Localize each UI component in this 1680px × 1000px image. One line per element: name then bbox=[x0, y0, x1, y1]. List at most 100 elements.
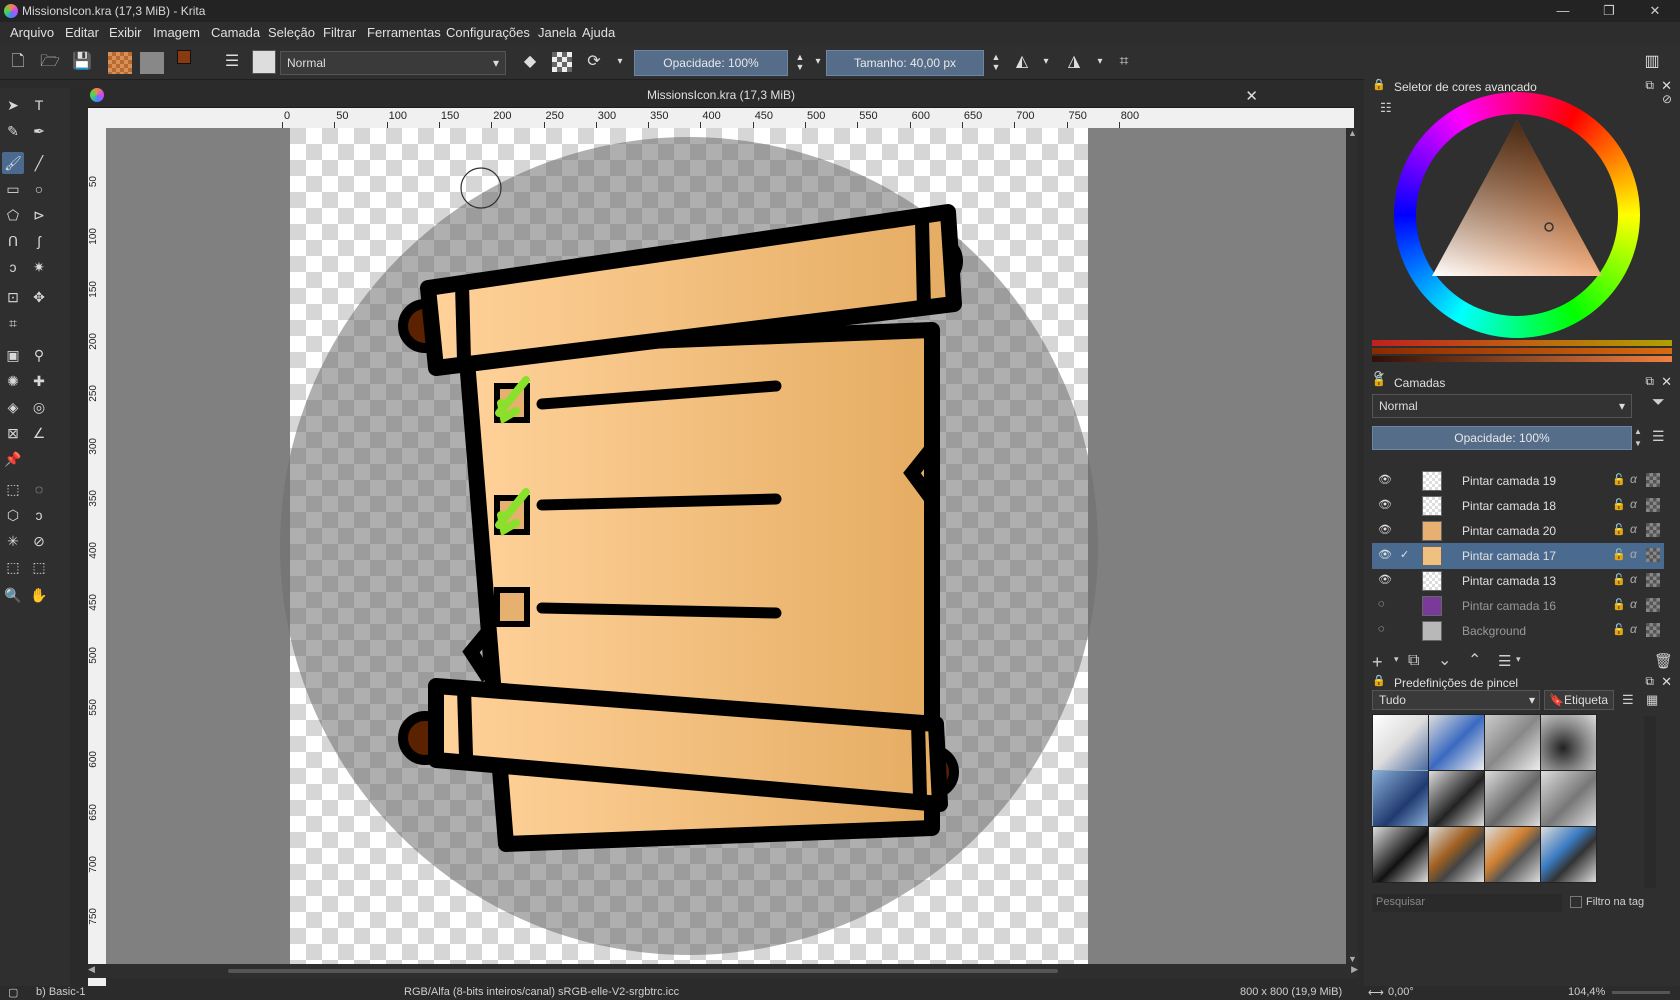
layer-lock-icon[interactable]: 🔓 bbox=[1612, 548, 1626, 561]
layer-lock-icon[interactable]: 🔓 bbox=[1612, 523, 1626, 536]
select-shapes-tool-icon[interactable]: ➤ bbox=[2, 94, 24, 116]
freehand-path-tool-icon[interactable]: ʃ bbox=[28, 230, 50, 252]
alpha-lock-icon[interactable]: α bbox=[1630, 472, 1637, 486]
brush-presets-scrollbar[interactable] bbox=[1644, 716, 1656, 888]
chevron-down-icon[interactable]: ▾ bbox=[1516, 654, 1521, 665]
float-panel-icon[interactable]: ⧉ bbox=[1645, 374, 1654, 389]
eraser-mode-icon[interactable]: ◆ bbox=[520, 52, 540, 72]
color-picker-tool-icon[interactable]: ⚲ bbox=[28, 344, 50, 366]
brush-preset-airbrush[interactable] bbox=[1484, 714, 1541, 771]
float-panel-icon[interactable]: ⧉ bbox=[1645, 674, 1654, 689]
colorize-mask-tool-icon[interactable]: ✚ bbox=[28, 370, 50, 392]
brush-preset-paint[interactable] bbox=[1428, 826, 1485, 883]
brush-preset-icon[interactable] bbox=[252, 50, 276, 74]
color-history-row[interactable] bbox=[1372, 356, 1672, 362]
menu-imagem[interactable]: Imagem bbox=[153, 25, 200, 40]
close-panel-icon[interactable]: ✕ bbox=[1661, 374, 1672, 390]
layer-check-icon[interactable] bbox=[1400, 623, 1414, 637]
blend-mode-select[interactable]: Normal ▾ bbox=[280, 51, 506, 75]
vertical-ruler[interactable]: 50 100 150 200 250 300 350 400 450 500 550 600 650 70… bbox=[88, 128, 106, 986]
layer-row-partial[interactable] bbox=[1372, 460, 1664, 468]
layer-check-icon[interactable] bbox=[1400, 573, 1414, 587]
inherit-alpha-icon[interactable] bbox=[1646, 548, 1660, 562]
visibility-eye-icon[interactable]: 👁 bbox=[1378, 498, 1392, 512]
zoom-tool-icon[interactable]: 🔍 bbox=[2, 584, 24, 606]
foreground-color-swatch[interactable] bbox=[177, 50, 191, 64]
tag-filter-checkbox[interactable] bbox=[1570, 896, 1582, 908]
layer-check-icon[interactable] bbox=[1400, 498, 1414, 512]
visibility-eye-icon[interactable]: 👁 bbox=[1378, 523, 1392, 537]
smart-patch-tool-icon[interactable]: ✺ bbox=[2, 370, 24, 392]
menu-arquivo[interactable]: Arquivo bbox=[10, 25, 54, 40]
brush-search-input[interactable]: Pesquisar bbox=[1372, 894, 1562, 912]
scroll-up-icon[interactable]: ▲ bbox=[1348, 128, 1357, 138]
opacity-slider[interactable]: Opacidade: 100% bbox=[634, 50, 788, 76]
layer-list[interactable]: 👁 Pintar camada 19 🔓 α 👁 Pintar camada 18 🔓 α 👁 P… bbox=[1364, 460, 1680, 642]
opacity-stepper[interactable]: ▲ ▼ bbox=[790, 52, 810, 72]
close-document-button[interactable]: ✕ bbox=[1245, 87, 1258, 105]
layer-check-icon[interactable]: ✓ bbox=[1400, 548, 1414, 562]
layer-lock-icon[interactable]: 🔓 bbox=[1612, 623, 1626, 636]
minimize-button[interactable]: — bbox=[1540, 0, 1586, 22]
edit-shapes-tool-icon[interactable]: ✎ bbox=[2, 120, 24, 142]
inherit-alpha-icon[interactable] bbox=[1646, 573, 1660, 587]
brush-preset-eraser[interactable] bbox=[1372, 714, 1429, 771]
freehand-brush-tool-icon[interactable]: 🖌 bbox=[2, 152, 24, 174]
brush-preset-soft[interactable] bbox=[1540, 714, 1597, 771]
alpha-lock-icon[interactable]: α bbox=[1630, 597, 1637, 611]
brush-preset-grid[interactable] bbox=[1372, 714, 1672, 886]
horizontal-scrollbar[interactable]: ◀ ▶ bbox=[88, 964, 1358, 978]
brush-tag-filter-select[interactable]: Tudo ▾ bbox=[1372, 690, 1540, 710]
multibrush-tool-icon[interactable]: ✷ bbox=[28, 256, 50, 278]
menu-camada[interactable]: Camada bbox=[211, 25, 260, 40]
close-window-button[interactable]: ✕ bbox=[1632, 0, 1678, 22]
saturation-value-triangle[interactable] bbox=[1416, 114, 1618, 316]
polyline-tool-icon[interactable]: ⊳ bbox=[28, 204, 50, 226]
brush-preset-pen[interactable] bbox=[1428, 714, 1485, 771]
gradient-preset-icon[interactable] bbox=[108, 52, 132, 74]
brush-preset-texture[interactable] bbox=[1540, 826, 1597, 883]
layer-lock-icon[interactable]: 🔓 bbox=[1612, 498, 1626, 511]
layer-row[interactable]: ◌ Pintar camada 16 🔓 α bbox=[1372, 593, 1664, 619]
size-stepper[interactable]: ▲ ▼ bbox=[986, 52, 1006, 72]
mirror-horizontal-icon[interactable]: ◭ bbox=[1012, 52, 1032, 72]
layer-check-icon[interactable] bbox=[1400, 598, 1414, 612]
inherit-alpha-icon[interactable] bbox=[1646, 473, 1660, 487]
magnetic-selection-tool-icon[interactable]: ⬚ bbox=[28, 556, 50, 578]
layer-opacity-slider[interactable]: Opacidade: 100% bbox=[1372, 426, 1632, 450]
fill-tool-icon[interactable]: ◈ bbox=[2, 396, 24, 418]
layer-check-icon[interactable] bbox=[1400, 473, 1414, 487]
layer-lock-icon[interactable]: 🔓 bbox=[1612, 598, 1626, 611]
inherit-alpha-icon[interactable] bbox=[1646, 623, 1660, 637]
rotate-icon[interactable]: ⟷ bbox=[1368, 986, 1384, 999]
canvas-area[interactable] bbox=[106, 128, 1346, 964]
scroll-down-icon[interactable]: ▼ bbox=[1348, 954, 1357, 964]
pattern-preset-icon[interactable] bbox=[140, 52, 164, 74]
chevron-down-icon[interactable]: ▾ bbox=[808, 52, 828, 72]
menu-exibir[interactable]: Exibir bbox=[109, 25, 142, 40]
measure-tool-icon[interactable]: ∠ bbox=[28, 422, 50, 444]
layer-lock-icon[interactable]: 🔓 bbox=[1612, 473, 1626, 486]
brush-preset-basic-1[interactable] bbox=[1372, 770, 1429, 827]
inherit-alpha-icon[interactable] bbox=[1646, 598, 1660, 612]
calligraphy-tool-icon[interactable]: ✒ bbox=[28, 120, 50, 142]
ellipse-tool-icon[interactable]: ○ bbox=[28, 178, 50, 200]
transform-tool-icon[interactable]: ⊡ bbox=[2, 286, 24, 308]
new-document-icon[interactable]: 🗋 bbox=[8, 52, 28, 72]
duplicate-layer-icon[interactable]: ⧉ bbox=[1408, 652, 1419, 670]
layer-row[interactable]: 👁 Pintar camada 19 🔓 α bbox=[1372, 468, 1664, 494]
menu-selecao[interactable]: Seleção bbox=[268, 25, 315, 40]
line-tool-icon[interactable]: ╱ bbox=[28, 152, 50, 174]
horizontal-ruler[interactable]: 0 50 100 150 200 250 300 350 400 450 500 550 600 650 7… bbox=[88, 108, 1354, 128]
gradient-tool-icon[interactable]: ▣ bbox=[2, 344, 24, 366]
visibility-eye-icon[interactable]: ◌ bbox=[1378, 598, 1392, 612]
similar-color-selection-tool-icon[interactable]: ⊘ bbox=[28, 530, 50, 552]
chevron-down-icon[interactable]: ▾ bbox=[610, 52, 630, 72]
layer-row[interactable]: 👁 Pintar camada 18 🔓 α bbox=[1372, 493, 1664, 519]
lock-icon[interactable]: 🔒 bbox=[1372, 374, 1386, 387]
move-layer-down-icon[interactable]: ⌄ bbox=[1438, 650, 1451, 670]
reset-color-icon[interactable]: ⊘ bbox=[1662, 92, 1672, 106]
chevron-down-icon[interactable]: ▾ bbox=[1090, 52, 1110, 72]
preserve-alpha-icon[interactable] bbox=[552, 52, 572, 72]
float-panel-icon[interactable]: ⧉ bbox=[1645, 78, 1654, 93]
